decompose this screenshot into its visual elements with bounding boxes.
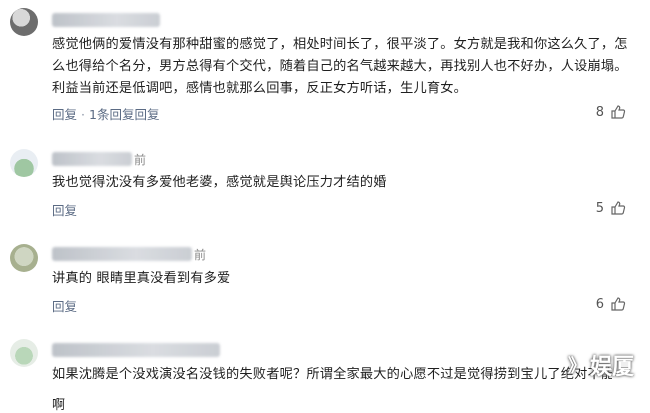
avatar[interactable] [10, 149, 38, 177]
reply-button[interactable]: 回复 [52, 299, 77, 314]
username-blurred[interactable] [52, 13, 160, 27]
username-blurred[interactable] [52, 343, 220, 357]
reply-label-2[interactable]: 回复 [134, 107, 159, 122]
thumbs-up-icon[interactable] [610, 104, 626, 120]
like-control[interactable]: 8 [596, 104, 626, 120]
avatar[interactable] [10, 244, 38, 272]
thumbs-up-icon[interactable] [610, 296, 626, 312]
comment-text: 我也觉得沈没有多爱他老婆，感觉就是舆论压力才结的婚 [52, 175, 387, 190]
like-control[interactable]: 5 [596, 200, 626, 216]
like-count: 5 [595, 200, 604, 216]
comment-actions: 回复 · 1条回复回复 [52, 104, 159, 123]
thumbs-up-icon[interactable] [610, 200, 626, 216]
comment-actions: 回复 [52, 200, 77, 219]
avatar[interactable] [10, 339, 38, 367]
like-control[interactable]: 6 [596, 296, 626, 312]
username-blurred[interactable] [52, 152, 132, 166]
like-count: 6 [595, 296, 604, 312]
watermark-logo-icon: 》 [567, 356, 586, 377]
separator-dot: · [81, 107, 85, 122]
timestamp-tail: 前 [134, 153, 147, 167]
timestamp-tail: 前 [194, 248, 207, 262]
reply-button[interactable]: 回复 [52, 107, 77, 122]
username-blurred[interactable] [52, 247, 192, 261]
comment-actions: 回复 [52, 296, 77, 315]
avatar[interactable] [10, 8, 38, 36]
comment-text: 如果沈腾是个没戏演没名没钱的失败者呢？所谓全家最大的心愿不过是觉得捞到宝儿了绝对… [52, 367, 612, 382]
watermark-text: 娱厦 [589, 355, 634, 380]
comment-text: 讲真的 眼睛里真没看到有多爱 [52, 271, 231, 286]
watermark: 》 娱厦 [568, 349, 634, 381]
comment-text-continued: 啊 [52, 398, 66, 413]
reply-button[interactable]: 回复 [52, 203, 77, 218]
like-count: 8 [595, 104, 604, 120]
comment-text: 感觉他俩的爱情没有那种甜蜜的感觉了，相处时间长了，很平淡了。女方就是我和你这么久… [52, 37, 628, 96]
view-replies-link[interactable]: 1条回复 [89, 107, 134, 122]
